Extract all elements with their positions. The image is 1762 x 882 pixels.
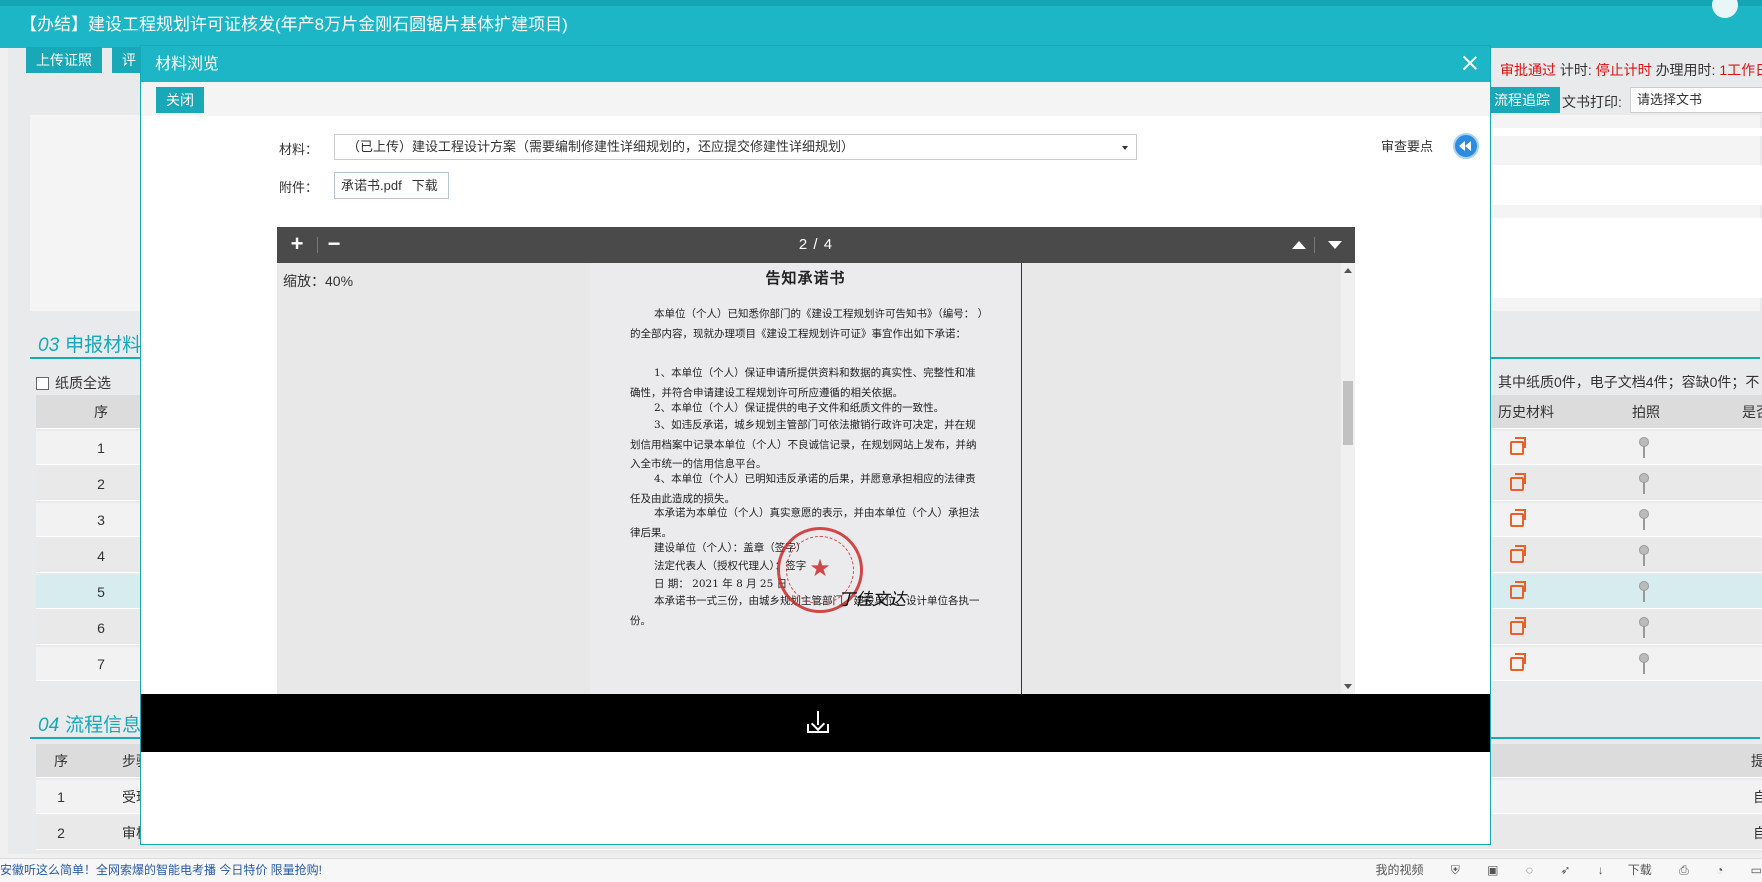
paper-select-all-checkbox[interactable]: 纸质全选 — [36, 373, 111, 393]
prev-page-icon[interactable] — [1292, 241, 1306, 249]
download-icon[interactable] — [807, 711, 829, 733]
download-link[interactable]: ↓ 下载 — [1598, 863, 1652, 877]
timing-value: 停止计时 — [1595, 62, 1652, 78]
review-points-label: 审查要点 — [1381, 139, 1434, 154]
camera-icon[interactable] — [1637, 653, 1649, 675]
modal-title: 材料浏览 — [155, 56, 220, 73]
attachment-item[interactable]: 承诺书.pdf 下载 — [334, 172, 449, 199]
col-whether: 是否 — [1742, 404, 1762, 420]
material-label: 材料： — [279, 142, 319, 157]
chat-icon[interactable]: ◌ — [1526, 863, 1533, 877]
title-accent-line — [0, 0, 1762, 6]
row-num: 1 — [57, 789, 65, 805]
browser-ad-text[interactable]: 安徽听这么简单！全网索爆的智能电考播 今日特价 限量抢购! — [0, 863, 322, 877]
material-count-summary: 其中纸质0件，电子文档4件；容缺0件；不 — [1498, 374, 1760, 390]
history-open-icon[interactable] — [1510, 653, 1526, 671]
browser-status-bar: 安徽听这么简单！全网索爆的智能电考播 今日特价 限量抢购! 我的视频 ⛨ ▣ ◌… — [0, 858, 1762, 882]
app-title: 【办结】建设工程规划许可证核发(年产8万片金刚石圆锯片基体扩建项目) — [20, 15, 568, 34]
chevron-down-icon — [1122, 146, 1128, 150]
handle-time-label: 办理用时: — [1655, 62, 1716, 78]
history-open-icon[interactable] — [1510, 437, 1526, 455]
toolbar-separator — [1314, 237, 1315, 253]
material-browse-modal: 材料浏览 关闭 材料： （已上传）建设工程设计方案（需要编制修建性详细规划的，还… — [140, 45, 1491, 845]
camera-icon[interactable] — [1637, 473, 1649, 495]
col-history: 历史材料 — [1498, 404, 1554, 420]
camera-icon[interactable] — [1637, 437, 1649, 459]
image-icon[interactable]: ▣ — [1487, 863, 1498, 877]
handwritten-signature: 丁佳文达 — [838, 590, 906, 610]
section-flow-title: 04 流程信息 — [38, 715, 142, 736]
scroll-thumb[interactable] — [1343, 381, 1353, 445]
camera-icon[interactable] — [1637, 509, 1649, 531]
close-button[interactable]: 关闭 — [156, 87, 204, 113]
pdf-page: 告知承诺书 本单位（个人）已知悉你部门的《建设工程规划许可告知书》（编号： ）的… — [590, 263, 1022, 694]
zoom-level: 缩放：40% — [283, 273, 354, 289]
scroll-up-icon[interactable] — [1344, 268, 1352, 273]
process-tracking-button[interactable]: 流程追踪 — [1484, 87, 1560, 113]
camera-icon[interactable] — [1637, 545, 1649, 567]
timing-label: 计时: — [1559, 62, 1592, 78]
history-open-icon[interactable] — [1510, 581, 1526, 599]
document-print-label: 文书打印: — [1562, 94, 1622, 110]
rewind-icon[interactable] — [1453, 133, 1479, 159]
approval-status: 审批通过 — [1500, 62, 1556, 78]
send-icon[interactable]: ➶ — [1560, 863, 1570, 877]
row-last: 自 — [1753, 789, 1762, 805]
row-last: 自 — [1753, 825, 1762, 841]
history-open-icon[interactable] — [1510, 617, 1526, 635]
print-icon[interactable]: ⎙ — [1679, 863, 1689, 877]
pdf-toolbar: + − 2 / 4 — [277, 227, 1355, 263]
pdf-download-bar — [141, 694, 1490, 752]
status-line: 审批通过 计时: 停止计时 办理用时: 1工作日 — [1500, 60, 1762, 80]
modal-header: 材料浏览 — [141, 46, 1490, 82]
material-select-value: （已上传）建设工程设计方案（需要编制修建性详细规划的，还应提交修建性详细规划） — [347, 139, 855, 154]
page-indicator: 2 / 4 — [798, 236, 834, 253]
pdf-viewport[interactable]: 缩放：40% 告知承诺书 本单位（个人）已知悉你部门的《建设工程规划许可告知书》… — [277, 263, 1355, 694]
attachment-label: 附件： — [279, 180, 319, 195]
app-titlebar: 【办结】建设工程规划许可证核发(年产8万片金刚石圆锯片基体扩建项目) — [0, 0, 1762, 48]
my-video-link[interactable]: 我的视频 — [1375, 863, 1423, 877]
upper-strip-1 — [1491, 128, 1762, 136]
shield-icon[interactable]: ⛨ — [1451, 863, 1460, 877]
checkbox-box[interactable] — [36, 377, 49, 390]
next-page-icon[interactable] — [1328, 241, 1342, 249]
doc-item-1: 1、本单位（个人）保证申请所提供资料和数据的真实性、完整性和准确性，并符合申请建… — [630, 367, 976, 399]
attachment-name[interactable]: 承诺书.pdf — [341, 178, 402, 193]
row-num: 2 — [57, 825, 65, 841]
doc-title: 告知承诺书 — [765, 269, 846, 287]
history-open-icon[interactable] — [1510, 509, 1526, 527]
scroll-down-icon[interactable] — [1344, 684, 1352, 689]
material-select[interactable]: （已上传）建设工程设计方案（需要编制修建性详细规划的，还应提交修建性详细规划） — [334, 134, 1137, 160]
upload-certificate-button[interactable]: 上传证照 — [26, 47, 102, 73]
doc-intro: 本单位（个人）已知悉你部门的《建设工程规划许可告知书》（编号： ）的全部内容，现… — [630, 308, 983, 340]
col-submit: 提 — [1751, 753, 1762, 769]
section-materials-title: 03 申报材料 — [38, 335, 142, 356]
doc-item-3: 3、如违反承诺，城乡规划主管部门可依法撤销行政许可决定，并在规划信用档案中记录本… — [630, 419, 977, 471]
handle-time-value: 1工作日 — [1719, 62, 1762, 78]
close-icon[interactable] — [1462, 55, 1478, 71]
layout-icon[interactable]: ▭ — [1751, 863, 1762, 877]
document-print-select[interactable]: 请选择文书 — [1630, 87, 1762, 113]
user-avatar-icon[interactable] — [1712, 0, 1738, 18]
modal-toolbar — [141, 82, 1490, 116]
history-open-icon[interactable] — [1510, 473, 1526, 491]
attachment-download-link[interactable]: 下载 — [412, 178, 438, 193]
camera-icon[interactable] — [1637, 617, 1649, 639]
col-photo: 拍照 — [1632, 404, 1660, 420]
browser-tools: 我的视频 ⛨ ▣ ◌ ➶ ↓ 下载 ⎙ ◔ ▭ — [1351, 859, 1762, 881]
upper-strip-2 — [1491, 165, 1762, 205]
speed-icon[interactable]: ◔ — [1716, 863, 1723, 877]
upper-strip-3 — [1491, 218, 1762, 298]
evaluate-button[interactable]: 评价 — [112, 47, 142, 73]
camera-icon[interactable] — [1637, 581, 1649, 603]
history-open-icon[interactable] — [1510, 545, 1526, 563]
col-seq: 序 — [54, 753, 68, 769]
pdf-scrollbar[interactable] — [1341, 263, 1355, 694]
